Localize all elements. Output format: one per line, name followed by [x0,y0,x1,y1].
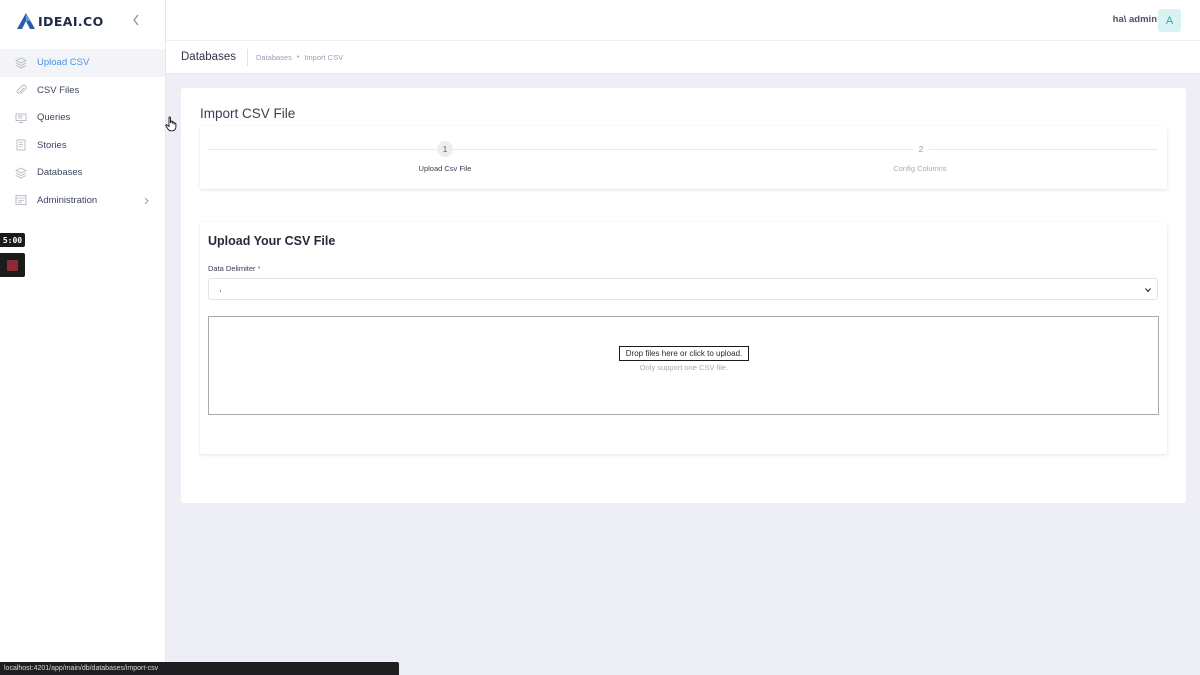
layers-icon [15,57,27,69]
breadcrumb-import-csv[interactable]: Import CSV [304,53,343,62]
breadcrumb-separator: • [296,54,300,61]
brand-name: IDEAI.CO [38,13,104,29]
layers-icon [15,167,27,179]
sidebar: IDEAI.CO Upload CSV CSV Files Queries St… [0,0,166,675]
delimiter-label: Data Delimiter * [208,264,261,273]
dropzone-hint: Only support one CSV file. [639,363,729,372]
chevron-right-icon [144,197,149,204]
sidebar-item-label: CSV Files [37,84,80,96]
sidebar-nav: Upload CSV CSV Files Queries Stories Dat… [0,49,165,214]
sidebar-item-label: Upload CSV [37,57,90,69]
sidebar-item-upload-csv[interactable]: Upload CSV [0,49,165,77]
import-title: Import CSV File [200,106,296,121]
sidebar-item-label: Administration [37,194,98,206]
main-panel: Import CSV File 1 Upload Csv File 2 Conf… [181,88,1186,503]
breadcrumb: Databases • Import CSV [256,53,343,62]
chevron-down-icon [1145,288,1151,293]
sidebar-item-label: Queries [37,112,71,124]
sub-header: Databases Databases • Import CSV [166,41,1200,74]
paperclip-icon [16,84,27,95]
recording-timer: 5:00 [0,233,25,247]
sidebar-item-stories[interactable]: Stories [0,132,165,160]
sidebar-item-databases[interactable]: Databases [0,159,165,187]
sidebar-item-administration[interactable]: Administration [0,187,165,215]
hand-cursor-icon [165,116,177,132]
sidebar-item-queries[interactable]: Queries [0,104,165,132]
stop-recording-button[interactable] [0,253,25,277]
collapse-sidebar-button[interactable] [129,12,143,28]
delimiter-select-value: , [219,283,222,293]
upload-heading: Upload Your CSV File [208,234,336,248]
admin-icon [15,195,27,206]
required-mark: * [257,264,261,273]
step-1-label: Upload Csv File [418,164,472,173]
step-2-number[interactable]: 2 [913,141,929,157]
avatar[interactable]: A [1158,9,1181,32]
sidebar-item-label: Databases [37,167,83,179]
user-name[interactable]: ha\ admin [1113,14,1157,25]
chevron-left-icon [133,14,139,26]
page-title: Databases [181,51,236,63]
divider [247,49,248,66]
logo-mark-icon [17,13,35,29]
step-2-label: Config Columns [893,164,947,173]
delimiter-label-text: Data Delimiter [208,264,256,273]
breadcrumb-databases[interactable]: Databases [256,53,292,62]
top-bar: ha\ admin A [166,0,1200,41]
upload-card: Upload Your CSV File Data Delimiter * , … [200,222,1167,454]
book-icon [16,139,26,151]
dropzone-message[interactable]: Drop files here or click to upload. [619,346,749,361]
brand-logo[interactable]: IDEAI.CO [16,11,104,31]
stepper: 1 Upload Csv File 2 Config Columns [200,126,1167,189]
step-1-number[interactable]: 1 [437,141,453,157]
status-url-bar: localhost:4201/app/main/db/databases/imp… [0,662,399,675]
file-dropzone[interactable]: Drop files here or click to upload. Only… [208,316,1159,415]
stepper-line [208,149,1158,150]
sidebar-item-label: Stories [37,139,67,151]
stop-icon [7,259,18,271]
sidebar-item-csv-files[interactable]: CSV Files [0,77,165,105]
monitor-icon [15,113,27,123]
delimiter-select[interactable]: , [208,278,1158,300]
